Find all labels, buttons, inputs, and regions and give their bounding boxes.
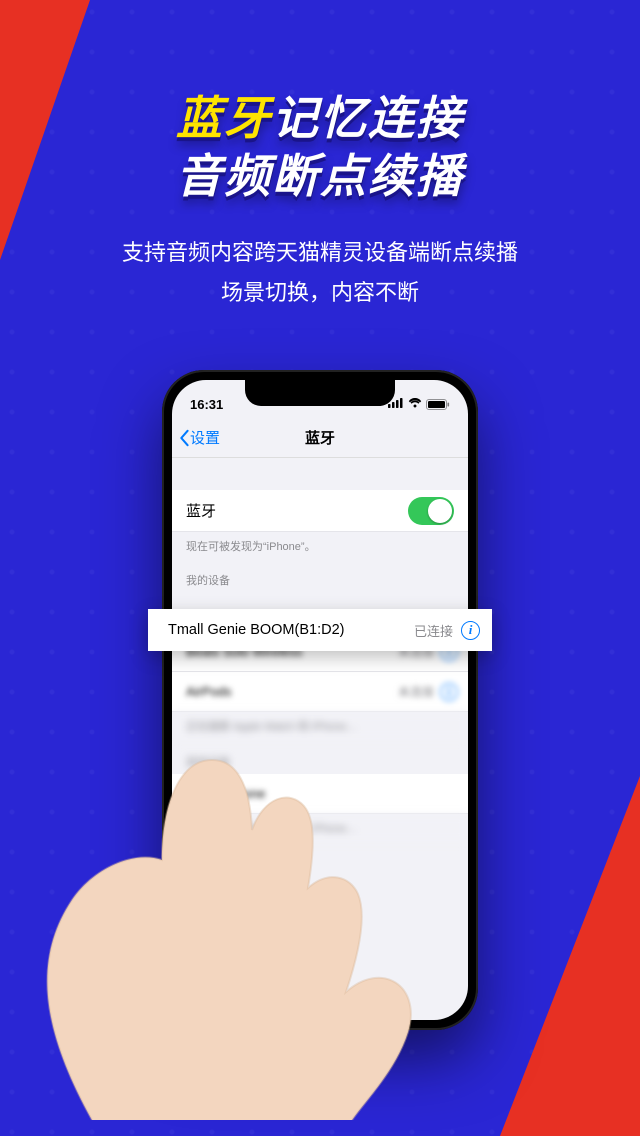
promo-headline: 蓝牙记忆连接 音频断点续播 (0, 90, 640, 205)
discoverable-note: 现在可被发现为“iPhone”。 (172, 532, 468, 554)
headline-rest-1: 记忆连接 (272, 92, 464, 144)
info-icon[interactable]: i (440, 683, 458, 701)
phone-mockup: 16:31 设置 蓝牙 (162, 370, 478, 1030)
bluetooth-toggle[interactable] (408, 497, 454, 525)
phone-notch (245, 380, 395, 406)
promo-subline-2: 场景切换，内容不断 (0, 273, 640, 313)
other-device-row[interactable]: Mobile Phone (172, 774, 468, 814)
other-footnote-2: 正在搜索 Apple Watch 和 iPhone… (172, 814, 468, 842)
nav-bar: 设置 蓝牙 (172, 418, 468, 458)
my-devices-header: 我的设备 (172, 554, 468, 592)
bluetooth-label: 蓝牙 (186, 500, 216, 521)
headline-rest-2: 断点续播 (272, 150, 464, 202)
wifi-icon (408, 397, 422, 411)
headline-accent-2: 音频 (176, 150, 272, 202)
device-name: Mobile Phone (186, 786, 458, 801)
device-status: 已连接 (414, 621, 453, 640)
headline-accent-1: 蓝牙 (176, 92, 272, 144)
promo-subline-1: 支持音频内容跨天猫精灵设备端断点续播 (0, 233, 640, 273)
device-name: AirPods (186, 684, 398, 699)
highlighted-device-row[interactable]: Tmall Genie BOOM(B1:D2) 已连接 i (148, 609, 492, 651)
device-row[interactable]: AirPods 未连接 i (172, 672, 468, 712)
nav-title: 蓝牙 (172, 427, 468, 448)
info-icon[interactable]: i (461, 621, 480, 640)
device-name: Tmall Genie BOOM(B1:D2) (168, 622, 414, 638)
bluetooth-toggle-row[interactable]: 蓝牙 (172, 490, 468, 532)
status-time: 16:31 (190, 397, 223, 412)
device-status: 未连接 (398, 683, 434, 700)
battery-icon (426, 399, 450, 410)
other-footnote: 正在搜索 Apple Watch 和 iPhone… (172, 712, 468, 740)
other-devices-header: 其他设备 (172, 740, 468, 774)
